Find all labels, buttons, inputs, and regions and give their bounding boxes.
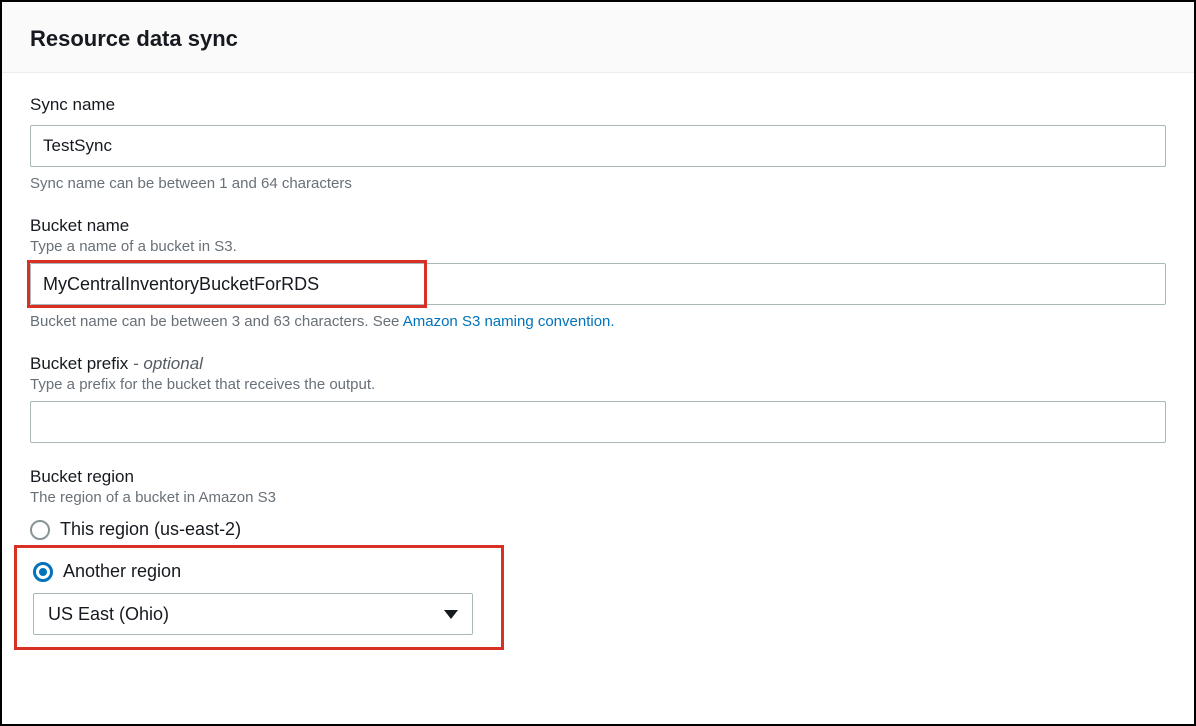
bucket-region-radios: This region (us-east-2) Another region U… — [30, 514, 1166, 650]
bucket-prefix-optional: - optional — [133, 354, 203, 373]
radio-another-region[interactable]: Another region — [33, 556, 485, 587]
bucket-name-input[interactable] — [30, 263, 1166, 305]
bucket-prefix-sub: Type a prefix for the bucket that receiv… — [30, 376, 1166, 393]
radio-icon — [30, 520, 50, 540]
s3-naming-link[interactable]: Amazon S3 naming convention. — [403, 313, 615, 330]
bucket-name-label: Bucket name — [30, 216, 1166, 236]
radio-icon-selected — [33, 562, 53, 582]
bucket-name-group: Bucket name Type a name of a bucket in S… — [30, 216, 1166, 330]
bucket-prefix-label: Bucket prefix - optional — [30, 354, 1166, 374]
region-select-value: US East (Ohio) — [48, 604, 169, 625]
page-title: Resource data sync — [30, 26, 1166, 52]
bucket-name-helper: Bucket name can be between 3 and 63 char… — [30, 313, 1166, 330]
bucket-name-helper-text: Bucket name can be between 3 and 63 char… — [30, 313, 403, 330]
bucket-region-group: Bucket region The region of a bucket in … — [30, 467, 1166, 650]
page-container: Resource data sync Sync name Sync name c… — [0, 0, 1196, 726]
bucket-prefix-group: Bucket prefix - optional Type a prefix f… — [30, 354, 1166, 443]
sync-name-label: Sync name — [30, 95, 1166, 115]
page-header: Resource data sync — [2, 2, 1194, 73]
bucket-name-sub: Type a name of a bucket in S3. — [30, 238, 1166, 255]
radio-this-region-label: This region (us-east-2) — [60, 519, 241, 540]
radio-another-region-label: Another region — [63, 561, 181, 582]
bucket-region-sub: The region of a bucket in Amazon S3 — [30, 489, 1166, 506]
region-select[interactable]: US East (Ohio) — [33, 593, 473, 635]
form-body: Sync name Sync name can be between 1 and… — [2, 73, 1194, 672]
bucket-region-label: Bucket region — [30, 467, 1166, 487]
bucket-prefix-label-text: Bucket prefix — [30, 354, 133, 373]
sync-name-helper: Sync name can be between 1 and 64 charac… — [30, 175, 1166, 192]
sync-name-input[interactable] — [30, 125, 1166, 167]
chevron-down-icon — [444, 610, 458, 619]
sync-name-group: Sync name Sync name can be between 1 and… — [30, 95, 1166, 192]
bucket-prefix-input[interactable] — [30, 401, 1166, 443]
radio-this-region[interactable]: This region (us-east-2) — [30, 514, 1166, 545]
bucket-name-input-wrapper — [30, 263, 1166, 305]
highlight-box-region: Another region US East (Ohio) — [14, 545, 504, 650]
